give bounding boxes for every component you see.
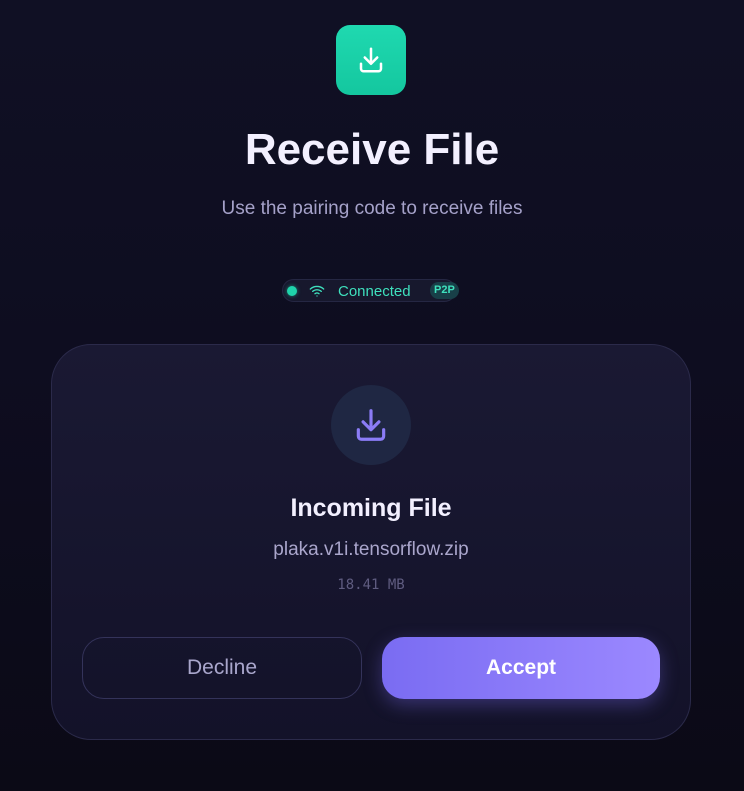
wifi-icon [309, 285, 325, 297]
status-text: Connected [338, 283, 411, 300]
download-icon [359, 47, 383, 73]
incoming-file-title: Incoming File [290, 494, 452, 522]
connection-status-pill: Connected P2P [282, 279, 459, 302]
page-subtitle: Use the pairing code to receive files [221, 198, 523, 219]
incoming-file-icon-wrapper [331, 385, 411, 465]
p2p-badge: P2P [430, 282, 459, 299]
receive-file-logo [336, 25, 406, 95]
file-size: 18.41 MB [337, 577, 405, 593]
incoming-file-card: Incoming File plaka.v1i.tensorflow.zip 1… [51, 344, 691, 740]
download-icon [356, 409, 386, 441]
file-name: plaka.v1i.tensorflow.zip [273, 539, 469, 560]
page-title: Receive File [244, 125, 500, 174]
decline-button[interactable]: Decline [82, 637, 362, 699]
accept-button[interactable]: Accept [382, 637, 660, 699]
status-dot [287, 286, 297, 296]
